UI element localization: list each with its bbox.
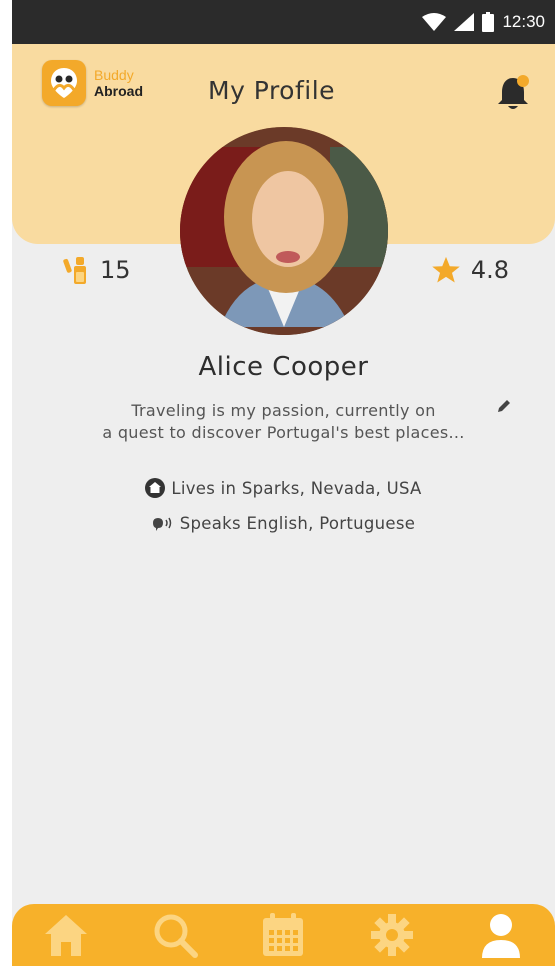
home-icon [45, 915, 88, 956]
profile-name: Alice Cooper [198, 352, 369, 382]
edit-pencil-icon[interactable] [496, 398, 512, 414]
app-logo[interactable]: Buddy Abroad [42, 60, 143, 106]
guide-icon [63, 257, 86, 284]
speaks-languages: Speaks English, Portuguese [12, 514, 555, 533]
status-time: 12:30 [502, 12, 545, 31]
search-icon [154, 914, 198, 958]
rating: 4.8 [431, 255, 509, 285]
logo-badge-icon [42, 60, 86, 106]
nav-settings[interactable] [364, 907, 420, 963]
trips-value: 15 [100, 256, 131, 284]
lives-in-text: Lives in Sparks, Nevada, USA [171, 478, 422, 498]
nav-calendar[interactable] [255, 907, 311, 963]
nav-search[interactable] [147, 907, 203, 963]
user-icon [481, 914, 520, 958]
calendar-icon [263, 913, 304, 956]
rating-value: 4.8 [470, 256, 509, 284]
battery-icon [482, 12, 495, 32]
avatar[interactable] [180, 127, 388, 335]
bio-line-1: Traveling is my passion, currently on [131, 401, 436, 420]
lives-in: Lives in Sparks, Nevada, USA [12, 478, 555, 498]
bio-line-2: a quest to discover Portugal's best plac… [102, 423, 465, 442]
speaks-text: Speaks English, Portuguese [179, 514, 416, 533]
profile-bio: Traveling is my passion, currently on a … [42, 400, 525, 444]
gear-icon [371, 914, 414, 956]
notification-bell-icon[interactable] [495, 74, 531, 112]
wifi-icon [422, 13, 447, 31]
logo-text-abroad: Abroad [94, 83, 143, 99]
bottom-nav [12, 904, 555, 966]
nav-home[interactable] [38, 907, 94, 963]
star-icon [432, 256, 460, 283]
app-screen: 12:30 Buddy Abroad My Profile 15 4.8 Ali… [12, 0, 555, 966]
status-bar: 12:30 [12, 0, 555, 44]
speech-icon [152, 517, 171, 531]
trips-count: 15 [62, 255, 131, 285]
nav-profile[interactable] [473, 907, 529, 963]
logo-text-buddy: Buddy [94, 67, 134, 83]
signal-icon [454, 13, 475, 31]
page-title: My Profile [208, 76, 336, 105]
home-location-icon [145, 478, 166, 498]
